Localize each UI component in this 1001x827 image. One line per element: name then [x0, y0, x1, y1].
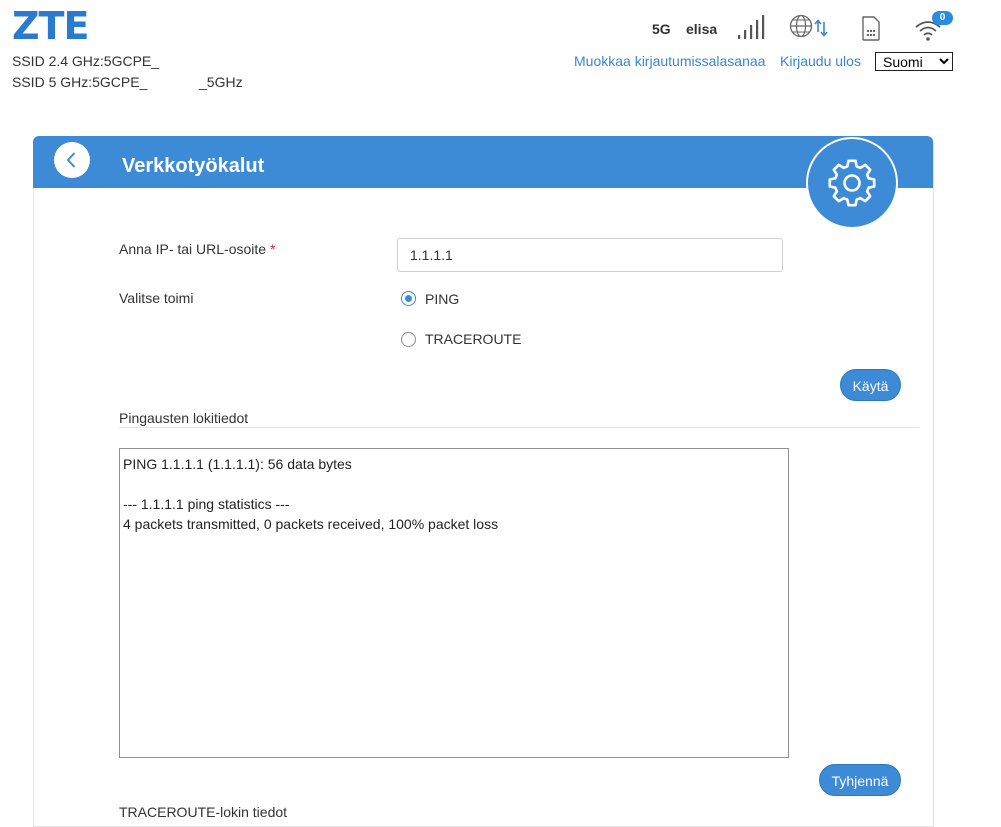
- network-type-indicator: 5G: [652, 21, 671, 37]
- section-divider: [119, 427, 919, 428]
- address-label: Anna IP- tai URL-osoite *: [119, 241, 275, 257]
- internet-globe-icon: [789, 14, 833, 45]
- run-button[interactable]: Käytä: [840, 369, 901, 401]
- address-input[interactable]: [397, 238, 783, 272]
- ping-radio[interactable]: [401, 291, 416, 306]
- ssid-5ghz-suffix: _5GHz: [199, 74, 243, 90]
- clear-button[interactable]: Tyhjennä: [819, 764, 901, 796]
- address-label-text: Anna IP- tai URL-osoite: [119, 241, 267, 257]
- zte-logo: ZTE: [12, 4, 89, 48]
- language-select[interactable]: Suomi: [875, 52, 953, 71]
- ping-log-title: Pingausten lokitiedot: [119, 410, 249, 426]
- sim-card-icon: [861, 16, 881, 46]
- logout-link[interactable]: Kirjaudu ulos: [780, 53, 861, 69]
- ping-radio-label[interactable]: PING: [425, 291, 459, 307]
- operator-name: elisa: [686, 21, 718, 37]
- ping-log-textarea[interactable]: PING 1.1.1.1 (1.1.1.1): 56 data bytes --…: [119, 448, 789, 758]
- back-button[interactable]: [54, 142, 90, 178]
- section-gear-badge: [806, 137, 898, 229]
- traceroute-radio-label[interactable]: TRACEROUTE: [425, 331, 521, 347]
- ssid-5ghz-prefix: SSID 5 GHz:5GCPE_: [12, 74, 148, 90]
- traceroute-log-title: TRACEROUTE-lokin tiedot: [119, 804, 288, 820]
- wifi-clients-badge: 0: [932, 11, 953, 25]
- action-label: Valitse toimi: [119, 290, 194, 306]
- change-password-link[interactable]: Muokkaa kirjautumissalasanaa: [574, 53, 765, 69]
- traceroute-radio[interactable]: [401, 332, 416, 347]
- gear-icon: [828, 159, 876, 207]
- signal-bars-icon: [737, 14, 765, 45]
- page-title: Verkkotyökalut: [122, 155, 265, 177]
- required-mark: *: [269, 241, 276, 257]
- chevron-left-icon: [66, 152, 76, 168]
- ssid-24ghz: SSID 2.4 GHz:5GCPE_: [12, 53, 160, 69]
